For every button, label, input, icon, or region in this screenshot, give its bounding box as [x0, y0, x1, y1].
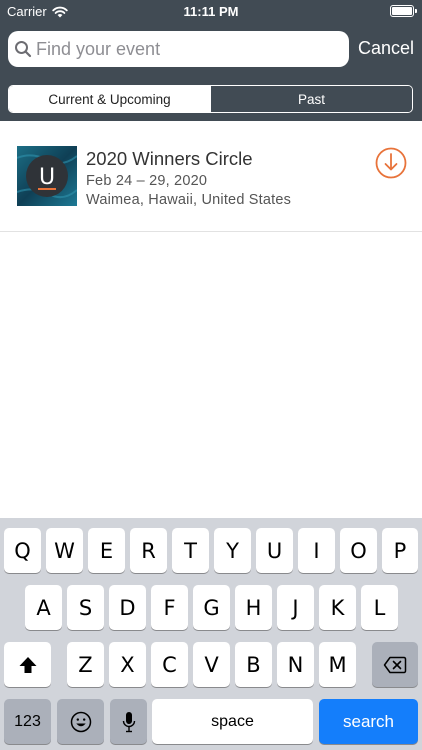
key-n[interactable]: N — [277, 642, 314, 687]
key-g[interactable]: G — [193, 585, 230, 630]
key-u[interactable]: U — [256, 528, 293, 573]
segment-current-upcoming[interactable]: Current & Upcoming — [9, 86, 210, 112]
event-dates: Feb 24 – 29, 2020 — [86, 173, 208, 189]
key-s[interactable]: S — [67, 585, 104, 630]
event-logo-letter: U — [39, 165, 55, 190]
key-e[interactable]: E — [88, 528, 125, 573]
key-x[interactable]: X — [109, 642, 146, 687]
emoji-key[interactable] — [57, 699, 104, 744]
key-p[interactable]: P — [382, 528, 418, 573]
search-key[interactable]: search — [319, 699, 418, 744]
key-q[interactable]: Q — [4, 528, 41, 573]
segment-past[interactable]: Past — [210, 86, 412, 112]
key-o[interactable]: O — [340, 528, 377, 573]
dictation-key[interactable] — [110, 699, 147, 744]
space-key[interactable]: space — [152, 699, 313, 744]
battery-icon — [390, 5, 417, 17]
download-icon[interactable] — [374, 146, 408, 180]
microphone-icon — [122, 711, 135, 732]
key-y[interactable]: Y — [214, 528, 251, 573]
event-list-item[interactable]: U 2020 Winners Circle Feb 24 – 29, 2020 … — [0, 122, 422, 232]
key-m[interactable]: M — [319, 642, 356, 687]
key-k[interactable]: K — [319, 585, 356, 630]
key-j[interactable]: J — [277, 585, 314, 630]
search-icon — [15, 41, 32, 58]
status-time: 11:11 PM — [183, 4, 239, 19]
event-filter-segmented-control: Current & Upcoming Past — [8, 85, 413, 113]
search-input[interactable] — [36, 38, 336, 60]
shift-key[interactable] — [4, 642, 51, 687]
event-location: Waimea, Hawaii, United States — [86, 192, 292, 208]
emoji-icon — [70, 711, 91, 732]
header-bar: Carrier 11:11 PM Cancel Current & Upcomi… — [0, 0, 422, 121]
key-i[interactable]: I — [298, 528, 335, 573]
search-field[interactable] — [8, 31, 349, 67]
keyboard: Q W E R T Y U I O P A S D F G H J K L Z … — [0, 518, 422, 750]
key-d[interactable]: D — [109, 585, 146, 630]
backspace-icon — [383, 656, 407, 673]
key-w[interactable]: W — [46, 528, 83, 573]
event-logo: U — [17, 146, 77, 206]
key-a[interactable]: A — [25, 585, 62, 630]
key-v[interactable]: V — [193, 642, 230, 687]
delete-key[interactable] — [372, 642, 418, 687]
key-f[interactable]: F — [151, 585, 188, 630]
key-t[interactable]: T — [172, 528, 209, 573]
status-bar: Carrier 11:11 PM — [0, 0, 422, 24]
cancel-button[interactable]: Cancel — [356, 38, 416, 59]
event-title: 2020 Winners Circle — [86, 148, 253, 169]
key-r[interactable]: R — [130, 528, 167, 573]
key-h[interactable]: H — [235, 585, 272, 630]
key-c[interactable]: C — [151, 642, 188, 687]
numbers-key[interactable]: 123 — [4, 699, 51, 744]
key-l[interactable]: L — [361, 585, 398, 630]
key-b[interactable]: B — [235, 642, 272, 687]
key-z[interactable]: Z — [67, 642, 104, 687]
shift-icon — [19, 656, 36, 673]
